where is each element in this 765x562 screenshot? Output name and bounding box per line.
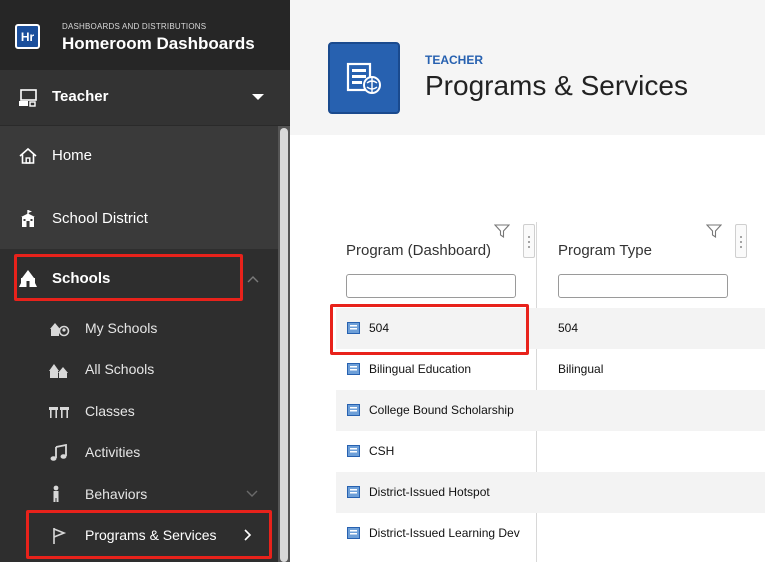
program-filter-input[interactable] [346, 274, 516, 298]
page-title: Programs & Services [425, 70, 688, 101]
sidebar-item-label: Behaviors [85, 486, 148, 502]
sidebar-scrollbar-thumb[interactable] [280, 128, 288, 562]
sidebar-item-label: Home [52, 147, 93, 164]
sidebar-item-classes[interactable]: Classes [0, 391, 278, 432]
table-row[interactable]: Bilingual Education Bilingual [336, 349, 765, 390]
chevron-up-icon [247, 276, 259, 283]
chevron-right-icon [244, 529, 252, 541]
sidebar-item-home[interactable]: Home [0, 126, 278, 187]
teacher-board-icon [19, 89, 37, 107]
homeroom-logo: Hr [15, 24, 40, 49]
role-label: Teacher [52, 88, 109, 105]
table-row[interactable]: District-Issued Learning Dev [336, 513, 765, 554]
programs-services-icon [328, 42, 400, 114]
kebab-icon [528, 236, 530, 248]
column-header-label: Program Type [558, 242, 652, 259]
program-link[interactable]: Bilingual Education [369, 362, 535, 376]
program-link[interactable]: District-Issued Learning Dev [369, 526, 535, 540]
table-row[interactable]: College Bound Scholarship [336, 390, 765, 431]
sidebar-item-programs-services[interactable]: Programs & Services [0, 515, 278, 556]
sidebar-item-all-schools[interactable]: All Schools [0, 349, 278, 391]
brand-header[interactable]: Hr DASHBOARDS AND DISTRIBUTIONS Homeroom… [0, 0, 290, 70]
page-kicker: TEACHER [425, 53, 484, 67]
program-link[interactable]: CSH [369, 444, 535, 458]
sidebar-item-label: Schools [52, 270, 111, 287]
home-icon [19, 147, 37, 164]
role-selector[interactable]: Teacher [0, 70, 290, 126]
dashboard-icon [347, 527, 360, 539]
column-header-program-type[interactable]: Program Type [537, 222, 765, 312]
my-schools-icon [50, 323, 70, 337]
school-building-icon [21, 210, 35, 227]
program-link[interactable]: College Bound Scholarship [369, 403, 535, 417]
classes-desks-icon [49, 407, 69, 418]
schools-group: Schools My Schools All Schools Classes A… [0, 249, 278, 562]
sidebar-item-behaviors[interactable]: Behaviors [0, 474, 278, 515]
program-type-filter-input[interactable] [558, 274, 728, 298]
sidebar-item-label: Activities [85, 444, 141, 460]
sidebar-item-school-district[interactable]: School District [0, 187, 278, 249]
sidebar-item-label: All Schools [85, 361, 155, 377]
column-menu-button[interactable] [523, 224, 535, 258]
chevron-down-icon [246, 490, 258, 497]
sidebar: Hr DASHBOARDS AND DISTRIBUTIONS Homeroom… [0, 0, 290, 562]
app-root: Hr DASHBOARDS AND DISTRIBUTIONS Homeroom… [0, 0, 765, 562]
sidebar-item-schools[interactable]: Schools [0, 249, 278, 308]
programs-grid: Program (Dashboard) Program Type 504 504… [336, 222, 765, 562]
sidebar-item-label: Programs & Services [85, 527, 217, 543]
dashboard-icon [347, 445, 360, 457]
sidebar-item-label: School District [52, 210, 148, 227]
kebab-icon [740, 236, 742, 248]
flag-icon [53, 528, 67, 544]
music-note-icon [50, 444, 67, 461]
program-type-cell: 504 [558, 321, 579, 335]
program-link[interactable]: 504 [369, 321, 535, 335]
sidebar-item-my-schools[interactable]: My Schools [0, 308, 278, 349]
filter-icon[interactable] [706, 224, 722, 238]
sidebar-item-activities[interactable]: Activities [0, 432, 278, 474]
table-row[interactable]: 504 504 [336, 308, 765, 349]
schools-icon [19, 270, 37, 287]
sidebar-item-label: Classes [85, 403, 135, 419]
column-header-label: Program (Dashboard) [346, 242, 492, 259]
dashboard-icon [347, 404, 360, 416]
behaviors-person-icon [53, 485, 59, 502]
filter-icon[interactable] [494, 224, 510, 238]
dashboard-icon [347, 486, 360, 498]
brand-title: Homeroom Dashboards [62, 34, 255, 53]
program-link[interactable]: District-Issued Hotspot [369, 485, 535, 499]
dashboard-icon [347, 363, 360, 375]
dashboard-icon [347, 322, 360, 334]
chevron-down-icon [252, 94, 264, 100]
column-header-program[interactable]: Program (Dashboard) [336, 222, 536, 312]
program-type-cell: Bilingual [558, 362, 604, 376]
table-row[interactable]: CSH [336, 431, 765, 472]
sidebar-item-label: My Schools [85, 320, 158, 336]
all-schools-icon [49, 364, 68, 378]
brand-kicker: DASHBOARDS AND DISTRIBUTIONS [62, 22, 207, 31]
column-menu-button[interactable] [735, 224, 747, 258]
table-row[interactable]: District-Issued Hotspot [336, 472, 765, 513]
